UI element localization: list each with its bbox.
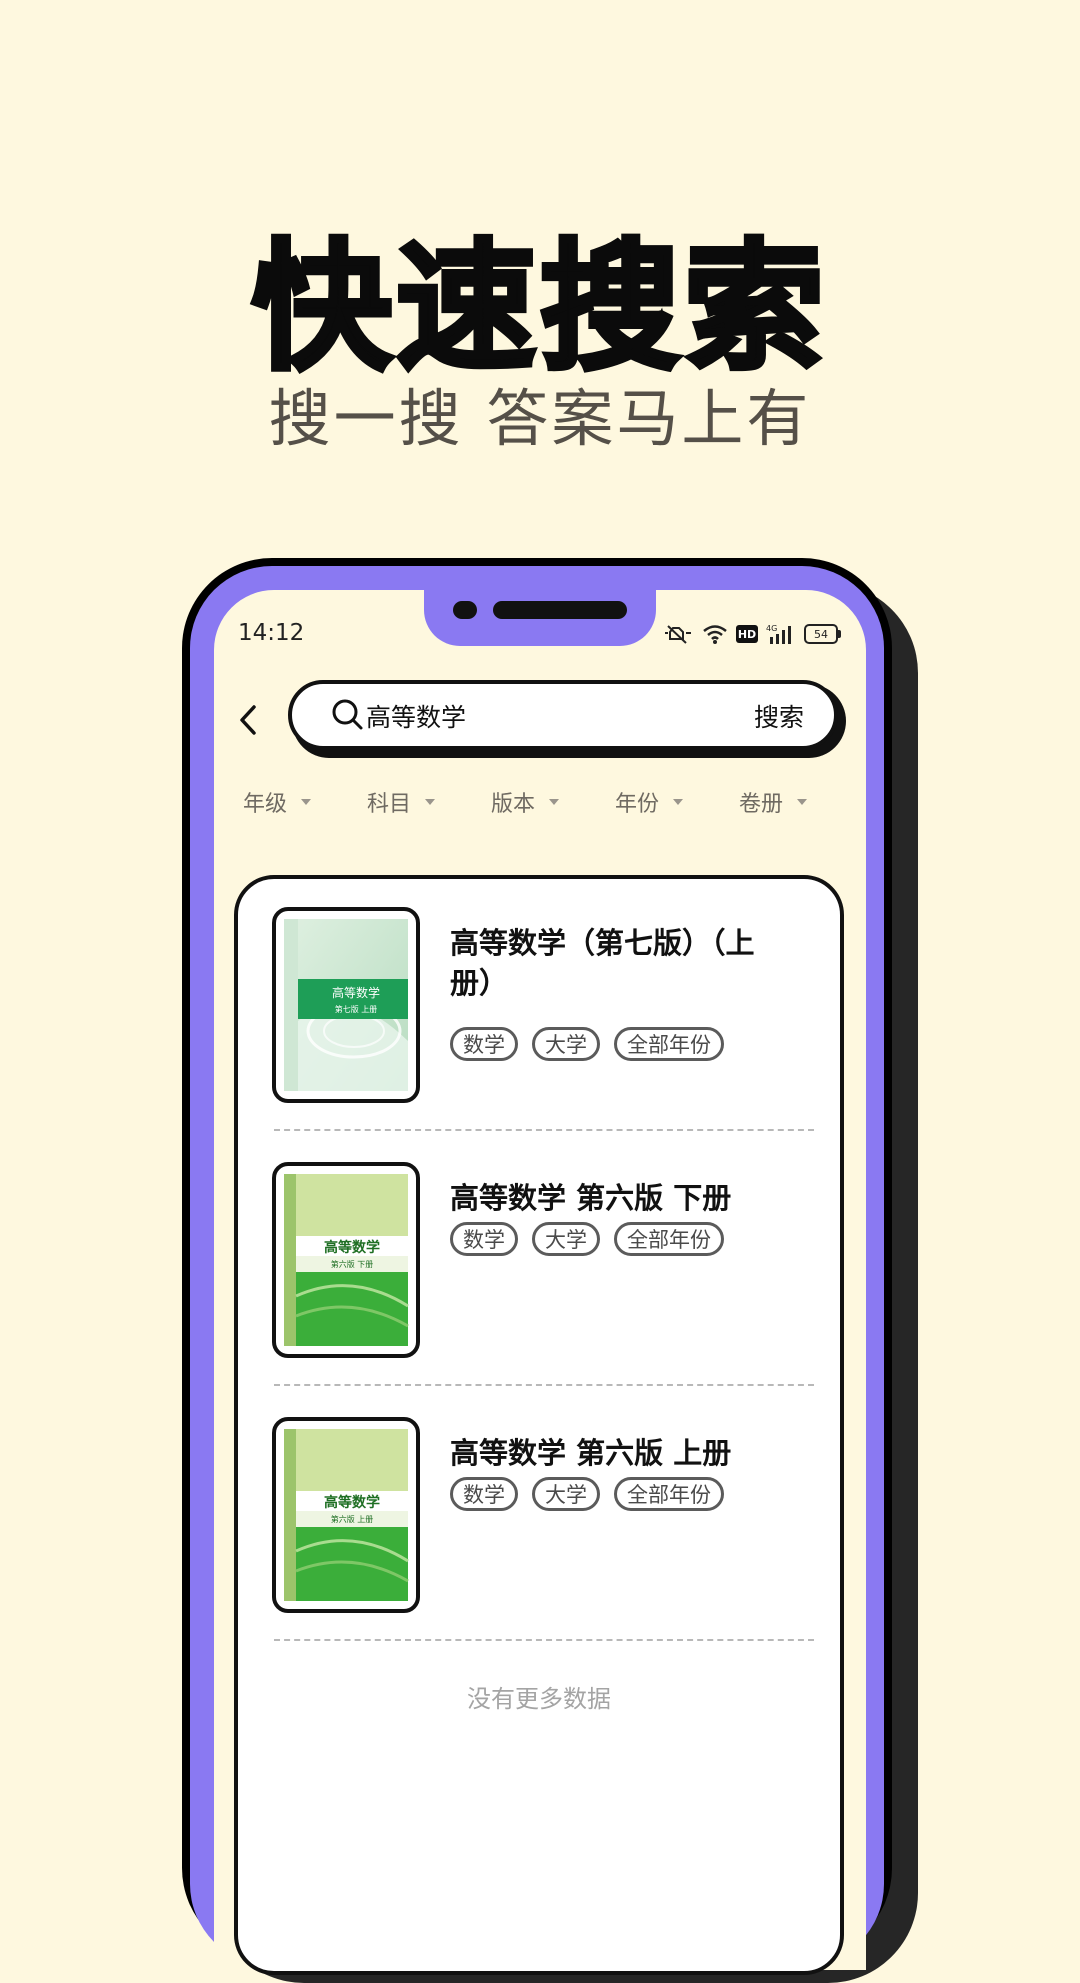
wifi-icon [702, 623, 728, 645]
search-button[interactable]: 搜索 [754, 698, 804, 734]
filter-label: 卷册 [739, 792, 784, 817]
signal-icon: 4G [766, 623, 796, 645]
cover-title: 高等数学 [324, 1494, 380, 1511]
book-cover[interactable]: 高等数学 第七版 上册 [272, 907, 420, 1103]
tag-list: 数学 大学 全部年份 [450, 1027, 724, 1061]
tag-year: 全部年份 [614, 1222, 724, 1256]
book-title[interactable]: 高等数学（第七版）（上册） [450, 923, 790, 1003]
cover-title: 高等数学 [324, 1239, 380, 1256]
list-item[interactable]: 高等数学 第六版 下册 高等数学 第六版 下册 数学 大学 全部年份 [238, 1134, 840, 1389]
status-time: 14:12 [238, 620, 305, 646]
caret-down-icon [549, 799, 560, 805]
svg-text:4G: 4G [766, 624, 777, 633]
book-title[interactable]: 高等数学 第六版 上册 [450, 1433, 790, 1473]
book-title[interactable]: 高等数学 第六版 下册 [450, 1178, 790, 1218]
no-more-data-text: 没有更多数据 [467, 1685, 611, 1713]
back-button[interactable] [232, 700, 264, 740]
filter-subject[interactable]: 科目 [367, 786, 491, 818]
filter-label: 年级 [243, 792, 288, 817]
promo-headline: 快速搜索 [249, 225, 828, 393]
promo-subline: 搜一搜 答案马上有 [268, 382, 812, 455]
cover-subtitle: 第六版 上册 [331, 1514, 374, 1524]
filter-edition[interactable]: 版本 [491, 786, 615, 818]
filter-label: 版本 [491, 792, 536, 817]
divider [274, 1129, 814, 1131]
earpiece-speaker [493, 601, 627, 619]
results-card: 高等数学 第七版 上册 高等数学（第七版）（上册） 数学 大学 全部年份 高等数… [234, 875, 844, 1975]
caret-down-icon [673, 799, 684, 805]
divider [274, 1384, 814, 1386]
mute-icon [664, 623, 694, 645]
book-cover[interactable]: 高等数学 第六版 上册 [272, 1417, 420, 1613]
tag-subject: 数学 [450, 1222, 518, 1256]
tag-year: 全部年份 [614, 1477, 724, 1511]
caret-down-icon [425, 799, 436, 805]
list-item[interactable]: 高等数学 第七版 上册 高等数学（第七版）（上册） 数学 大学 全部年份 [238, 879, 840, 1134]
filter-bar: 年级 科目 版本 年份 卷册 [243, 786, 863, 818]
tag-list: 数学 大学 全部年份 [450, 1477, 724, 1511]
cover-subtitle: 第七版 上册 [335, 1004, 378, 1014]
list-item[interactable]: 高等数学 第六版 上册 高等数学 第六版 上册 数学 大学 全部年份 [238, 1389, 840, 1644]
divider [274, 1639, 814, 1641]
book-cover[interactable]: 高等数学 第六版 下册 [272, 1162, 420, 1358]
tag-level: 大学 [532, 1477, 600, 1511]
tag-level: 大学 [532, 1222, 600, 1256]
chevron-left-icon [240, 705, 256, 735]
tag-year: 全部年份 [614, 1027, 724, 1061]
tag-subject: 数学 [450, 1477, 518, 1511]
hd-icon: HD [736, 625, 758, 643]
tag-level: 大学 [532, 1027, 600, 1061]
filter-grade[interactable]: 年级 [243, 786, 367, 818]
tag-subject: 数学 [450, 1027, 518, 1061]
cover-subtitle: 第六版 下册 [331, 1259, 374, 1269]
caret-down-icon [301, 799, 312, 805]
front-camera [453, 601, 477, 619]
cover-title: 高等数学 [332, 985, 380, 1000]
search-icon [332, 699, 363, 730]
search-input[interactable]: 高等数学 搜索 [288, 680, 838, 750]
filter-volume[interactable]: 卷册 [739, 786, 863, 818]
status-icons: HD 4G 54 [664, 620, 841, 648]
caret-down-icon [797, 799, 808, 805]
filter-year[interactable]: 年份 [615, 786, 739, 818]
search-query[interactable]: 高等数学 [366, 698, 466, 734]
filter-label: 年份 [615, 792, 660, 817]
battery-icon: 54 [804, 624, 841, 644]
filter-label: 科目 [367, 792, 412, 817]
tag-list: 数学 大学 全部年份 [450, 1222, 724, 1256]
